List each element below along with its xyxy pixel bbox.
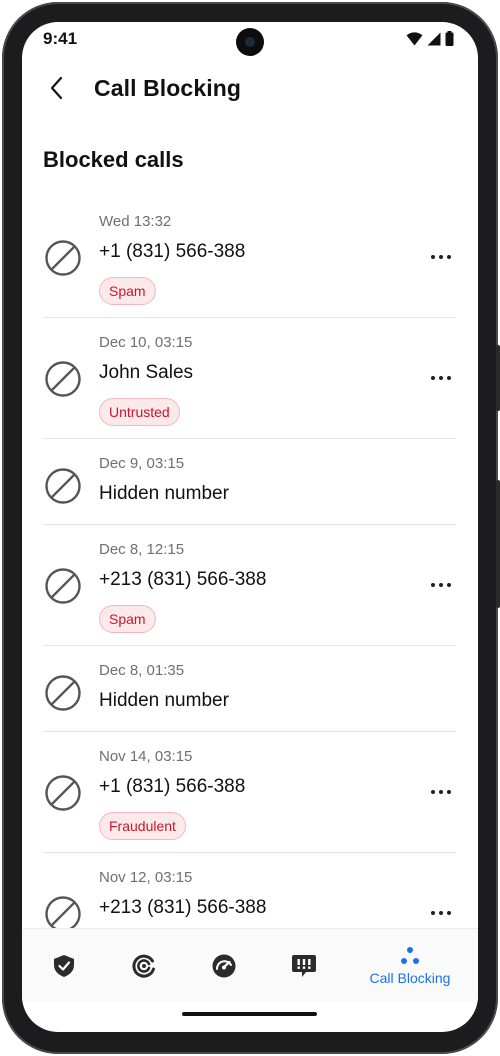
more-options-icon[interactable] [426,247,456,267]
scan-icon [132,954,155,978]
status-bar: 9:41 [22,22,478,58]
back-arrow-icon [50,76,63,100]
more-options-icon[interactable] [426,903,456,923]
blocked-icon [45,361,81,397]
caller-name: +1 (831) 566-388 [99,776,246,797]
blocked-calls-list: Wed 13:32 +1 (831) 566-388 Spam Dec 10, … [22,197,478,974]
call-tag: Spam [99,605,156,633]
call-date: Dec 10, 03:15 [99,334,193,351]
call-date: Nov 12, 03:15 [99,869,193,886]
nav-item-protection[interactable] [44,929,84,1003]
call-date: Nov 14, 03:15 [99,748,193,765]
shield-icon [54,955,74,977]
call-date: Dec 8, 01:35 [99,662,185,679]
more-options-icon[interactable] [426,575,456,595]
front-camera [236,28,264,56]
caller-name: +213 (831) 566-388 [99,897,267,918]
app-bar: Call Blocking [22,66,478,112]
volume-button [496,345,500,411]
caller-name: +1 (831) 566-388 [99,241,246,262]
caller-name: Hidden number [99,690,229,711]
section-title: Blocked calls [43,147,184,172]
status-time: 9:41 [43,29,78,48]
nav-item-messages[interactable] [284,929,324,1003]
caller-name: John Sales [99,362,194,383]
call-date: Dec 9, 03:15 [99,455,185,472]
call-row[interactable]: Dec 8, 12:15 +213 (831) 566-388 Spam [22,525,478,646]
blocked-icon [45,240,81,276]
blocked-icon [45,775,81,811]
back-button[interactable] [40,70,76,106]
bottom-navigation: Call Blocking [22,928,478,1002]
more-options-icon[interactable] [426,368,456,388]
call-date: Wed 13:32 [99,213,172,230]
status-icons [406,31,454,46]
call-row[interactable]: Wed 13:32 +1 (831) 566-388 Spam [22,197,478,318]
call-blocking-icon [401,947,419,964]
more-options-icon[interactable] [426,782,456,802]
call-row[interactable]: Nov 14, 03:15 +1 (831) 566-388 Fraudulen… [22,732,478,853]
blocked-icon [45,568,81,604]
page-title: Call Blocking [94,75,241,101]
message-alert-icon [292,955,316,977]
speedometer-icon [212,954,236,978]
phone-frame: 9:41 Call Blocking Blocked calls Wed 13:… [2,2,500,1054]
call-tag: Untrusted [99,398,180,426]
caller-name: Hidden number [99,483,229,504]
nav-label-call-blocking: Call Blocking [369,970,451,986]
nav-item-call-blocking[interactable]: Call Blocking [362,929,458,1003]
call-date: Dec 8, 12:15 [99,541,185,558]
power-button [496,480,500,608]
call-row[interactable]: Dec 8, 01:35 Hidden number [22,646,478,732]
caller-name: +213 (831) 566-388 [99,569,267,590]
nav-item-performance[interactable] [204,929,244,1003]
call-row[interactable]: Dec 10, 03:15 John Sales Untrusted [22,318,478,439]
nav-item-scan[interactable] [124,929,164,1003]
call-tag: Fraudulent [99,812,186,840]
blocked-icon [45,675,81,711]
call-row[interactable]: Dec 9, 03:15 Hidden number [22,439,478,525]
signal-icon [427,32,441,46]
home-indicator[interactable] [182,1012,317,1016]
screen: 9:41 Call Blocking Blocked calls Wed 13:… [22,22,478,1032]
blocked-icon [45,468,81,504]
battery-icon [445,31,454,46]
call-tag: Spam [99,277,156,305]
wifi-icon [406,32,423,46]
